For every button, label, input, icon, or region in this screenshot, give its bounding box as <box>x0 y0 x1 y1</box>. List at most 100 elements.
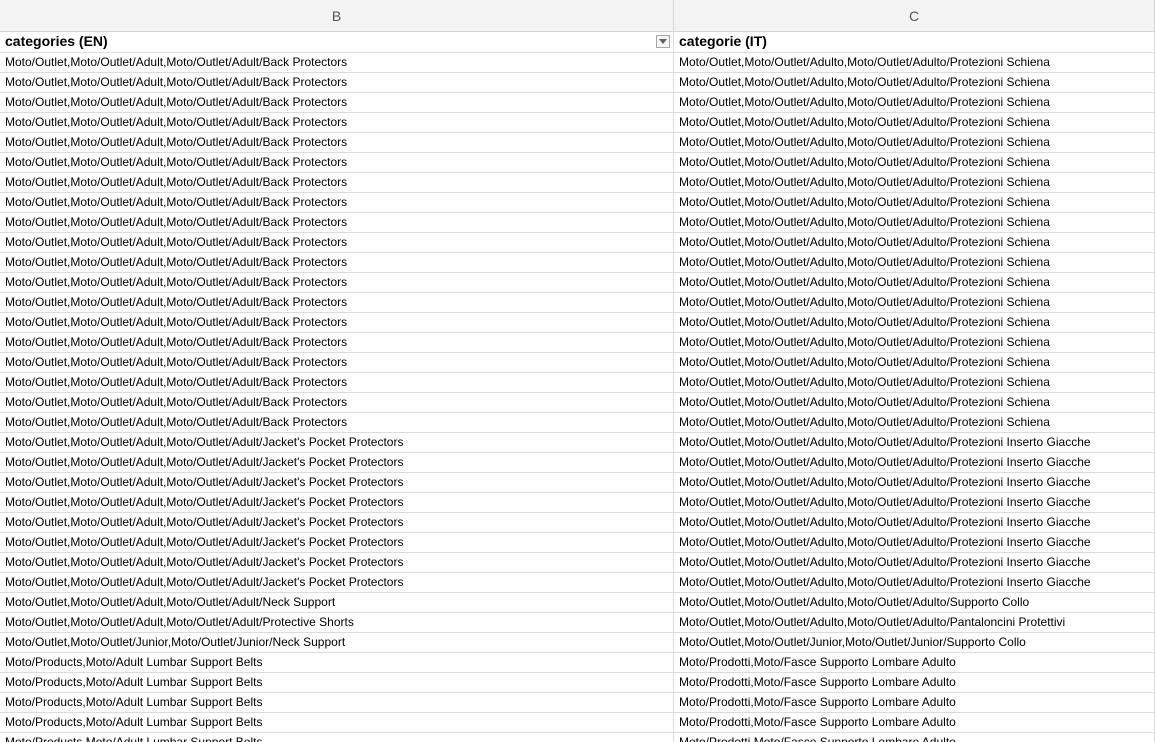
cell-categories-en[interactable]: Moto/Outlet,Moto/Outlet/Adult,Moto/Outle… <box>0 573 674 592</box>
cell-categories-en[interactable]: Moto/Outlet,Moto/Outlet/Adult,Moto/Outle… <box>0 333 674 352</box>
table-row: Moto/Outlet,Moto/Outlet/Adult,Moto/Outle… <box>0 113 1155 133</box>
table-row: Moto/Outlet,Moto/Outlet/Adult,Moto/Outle… <box>0 573 1155 593</box>
cell-categories-en[interactable]: Moto/Products,Moto/Adult Lumbar Support … <box>0 713 674 732</box>
cell-categories-en[interactable]: Moto/Outlet,Moto/Outlet/Adult,Moto/Outle… <box>0 73 674 92</box>
cell-categorie-it[interactable]: Moto/Outlet,Moto/Outlet/Adulto,Moto/Outl… <box>674 333 1155 352</box>
cell-categorie-it[interactable]: Moto/Prodotti,Moto/Fasce Supporto Lombar… <box>674 693 1155 712</box>
cell-categorie-it[interactable]: Moto/Outlet,Moto/Outlet/Adulto,Moto/Outl… <box>674 373 1155 392</box>
cell-categorie-it[interactable]: Moto/Outlet,Moto/Outlet/Adulto,Moto/Outl… <box>674 613 1155 632</box>
cell-categorie-it[interactable]: Moto/Outlet,Moto/Outlet/Adulto,Moto/Outl… <box>674 113 1155 132</box>
cell-categories-en[interactable]: Moto/Outlet,Moto/Outlet/Adult,Moto/Outle… <box>0 213 674 232</box>
cell-categories-en[interactable]: Moto/Outlet,Moto/Outlet/Adult,Moto/Outle… <box>0 253 674 272</box>
cell-categories-en[interactable]: Moto/Outlet,Moto/Outlet/Adult,Moto/Outle… <box>0 233 674 252</box>
table-row: Moto/Outlet,Moto/Outlet/Adult,Moto/Outle… <box>0 213 1155 233</box>
column-header-b[interactable]: B <box>0 0 674 31</box>
table-row: Moto/Products,Moto/Adult Lumbar Support … <box>0 733 1155 742</box>
cell-categories-en[interactable]: Moto/Outlet,Moto/Outlet/Adult,Moto/Outle… <box>0 293 674 312</box>
cell-categorie-it[interactable]: Moto/Outlet,Moto/Outlet/Adulto,Moto/Outl… <box>674 293 1155 312</box>
cell-categorie-it[interactable]: Moto/Outlet,Moto/Outlet/Adulto,Moto/Outl… <box>674 513 1155 532</box>
table-row: Moto/Outlet,Moto/Outlet/Adult,Moto/Outle… <box>0 413 1155 433</box>
cell-categories-en[interactable]: Moto/Outlet,Moto/Outlet/Adult,Moto/Outle… <box>0 93 674 112</box>
header-cell-categorie-it[interactable]: categorie (IT) <box>674 32 1155 52</box>
cell-categorie-it[interactable]: Moto/Outlet,Moto/Outlet/Adulto,Moto/Outl… <box>674 153 1155 172</box>
cell-categorie-it[interactable]: Moto/Outlet,Moto/Outlet/Adulto,Moto/Outl… <box>674 73 1155 92</box>
cell-categorie-it[interactable]: Moto/Outlet,Moto/Outlet/Adulto,Moto/Outl… <box>674 533 1155 552</box>
cell-categorie-it[interactable]: Moto/Prodotti,Moto/Fasce Supporto Lombar… <box>674 733 1155 742</box>
cell-categories-en[interactable]: Moto/Outlet,Moto/Outlet/Adult,Moto/Outle… <box>0 273 674 292</box>
cell-categories-en[interactable]: Moto/Outlet,Moto/Outlet/Adult,Moto/Outle… <box>0 533 674 552</box>
table-row: Moto/Outlet,Moto/Outlet/Adult,Moto/Outle… <box>0 153 1155 173</box>
cell-categorie-it[interactable]: Moto/Outlet,Moto/Outlet/Adulto,Moto/Outl… <box>674 413 1155 432</box>
cell-categorie-it[interactable]: Moto/Outlet,Moto/Outlet/Adulto,Moto/Outl… <box>674 193 1155 212</box>
cell-categories-en[interactable]: Moto/Outlet,Moto/Outlet/Adult,Moto/Outle… <box>0 113 674 132</box>
table-row: Moto/Outlet,Moto/Outlet/Adult,Moto/Outle… <box>0 253 1155 273</box>
cell-categorie-it[interactable]: Moto/Outlet,Moto/Outlet/Adulto,Moto/Outl… <box>674 593 1155 612</box>
cell-categorie-it[interactable]: Moto/Outlet,Moto/Outlet/Adulto,Moto/Outl… <box>674 93 1155 112</box>
cell-categorie-it[interactable]: Moto/Outlet,Moto/Outlet/Adulto,Moto/Outl… <box>674 473 1155 492</box>
cell-categorie-it[interactable]: Moto/Prodotti,Moto/Fasce Supporto Lombar… <box>674 653 1155 672</box>
table-row: Moto/Outlet,Moto/Outlet/Adult,Moto/Outle… <box>0 493 1155 513</box>
cell-categories-en[interactable]: Moto/Outlet,Moto/Outlet/Adult,Moto/Outle… <box>0 153 674 172</box>
cell-categories-en[interactable]: Moto/Outlet,Moto/Outlet/Adult,Moto/Outle… <box>0 353 674 372</box>
table-row: Moto/Products,Moto/Adult Lumbar Support … <box>0 693 1155 713</box>
cell-categories-en[interactable]: Moto/Outlet,Moto/Outlet/Adult,Moto/Outle… <box>0 313 674 332</box>
table-row: Moto/Outlet,Moto/Outlet/Adult,Moto/Outle… <box>0 313 1155 333</box>
header-cell-categories-en[interactable]: categories (EN) <box>0 32 674 52</box>
table-row: Moto/Outlet,Moto/Outlet/Adult,Moto/Outle… <box>0 473 1155 493</box>
table-row: Moto/Outlet,Moto/Outlet/Adult,Moto/Outle… <box>0 373 1155 393</box>
cell-categories-en[interactable]: Moto/Outlet,Moto/Outlet/Adult,Moto/Outle… <box>0 53 674 72</box>
cell-categories-en[interactable]: Moto/Outlet,Moto/Outlet/Adult,Moto/Outle… <box>0 553 674 572</box>
cell-categorie-it[interactable]: Moto/Outlet,Moto/Outlet/Adulto,Moto/Outl… <box>674 233 1155 252</box>
cell-categories-en[interactable]: Moto/Outlet,Moto/Outlet/Adult,Moto/Outle… <box>0 433 674 452</box>
cell-grid: categories (EN) categorie (IT) Moto/Outl… <box>0 32 1155 742</box>
cell-categories-en[interactable]: Moto/Outlet,Moto/Outlet/Adult,Moto/Outle… <box>0 593 674 612</box>
cell-categories-en[interactable]: Moto/Outlet,Moto/Outlet/Adult,Moto/Outle… <box>0 413 674 432</box>
cell-categories-en[interactable]: Moto/Outlet,Moto/Outlet/Adult,Moto/Outle… <box>0 473 674 492</box>
cell-categories-en[interactable]: Moto/Products,Moto/Adult Lumbar Support … <box>0 733 674 742</box>
column-header-c[interactable]: C <box>674 0 1155 31</box>
cell-categories-en[interactable]: Moto/Outlet,Moto/Outlet/Adult,Moto/Outle… <box>0 453 674 472</box>
cell-categorie-it[interactable]: Moto/Outlet,Moto/Outlet/Adulto,Moto/Outl… <box>674 393 1155 412</box>
table-row: Moto/Outlet,Moto/Outlet/Adult,Moto/Outle… <box>0 533 1155 553</box>
cell-categories-en[interactable]: Moto/Outlet,Moto/Outlet/Junior,Moto/Outl… <box>0 633 674 652</box>
filter-dropdown-icon[interactable] <box>656 35 670 48</box>
cell-categorie-it[interactable]: Moto/Outlet,Moto/Outlet/Adulto,Moto/Outl… <box>674 213 1155 232</box>
cell-categories-en[interactable]: Moto/Products,Moto/Adult Lumbar Support … <box>0 653 674 672</box>
cell-categorie-it[interactable]: Moto/Prodotti,Moto/Fasce Supporto Lombar… <box>674 673 1155 692</box>
cell-categorie-it[interactable]: Moto/Outlet,Moto/Outlet/Adulto,Moto/Outl… <box>674 433 1155 452</box>
cell-categories-en[interactable]: Moto/Outlet,Moto/Outlet/Adult,Moto/Outle… <box>0 133 674 152</box>
table-row: Moto/Outlet,Moto/Outlet/Adult,Moto/Outle… <box>0 233 1155 253</box>
table-row: Moto/Outlet,Moto/Outlet/Adult,Moto/Outle… <box>0 453 1155 473</box>
table-row: Moto/Outlet,Moto/Outlet/Adult,Moto/Outle… <box>0 333 1155 353</box>
table-row: Moto/Outlet,Moto/Outlet/Adult,Moto/Outle… <box>0 53 1155 73</box>
header-row: categories (EN) categorie (IT) <box>0 32 1155 53</box>
cell-categories-en[interactable]: Moto/Outlet,Moto/Outlet/Adult,Moto/Outle… <box>0 173 674 192</box>
cell-categorie-it[interactable]: Moto/Outlet,Moto/Outlet/Adulto,Moto/Outl… <box>674 453 1155 472</box>
cell-categorie-it[interactable]: Moto/Outlet,Moto/Outlet/Adulto,Moto/Outl… <box>674 313 1155 332</box>
cell-categories-en[interactable]: Moto/Outlet,Moto/Outlet/Adult,Moto/Outle… <box>0 393 674 412</box>
cell-categories-en[interactable]: Moto/Outlet,Moto/Outlet/Adult,Moto/Outle… <box>0 193 674 212</box>
table-row: Moto/Outlet,Moto/Outlet/Adult,Moto/Outle… <box>0 73 1155 93</box>
cell-categorie-it[interactable]: Moto/Outlet,Moto/Outlet/Adulto,Moto/Outl… <box>674 53 1155 72</box>
cell-categorie-it[interactable]: Moto/Outlet,Moto/Outlet/Adulto,Moto/Outl… <box>674 133 1155 152</box>
cell-categorie-it[interactable]: Moto/Outlet,Moto/Outlet/Adulto,Moto/Outl… <box>674 253 1155 272</box>
table-row: Moto/Outlet,Moto/Outlet/Adult,Moto/Outle… <box>0 433 1155 453</box>
column-headers: B C <box>0 0 1155 32</box>
cell-categories-en[interactable]: Moto/Products,Moto/Adult Lumbar Support … <box>0 673 674 692</box>
cell-categories-en[interactable]: Moto/Outlet,Moto/Outlet/Adult,Moto/Outle… <box>0 373 674 392</box>
cell-categories-en[interactable]: Moto/Products,Moto/Adult Lumbar Support … <box>0 693 674 712</box>
cell-categories-en[interactable]: Moto/Outlet,Moto/Outlet/Adult,Moto/Outle… <box>0 613 674 632</box>
cell-categorie-it[interactable]: Moto/Outlet,Moto/Outlet/Adulto,Moto/Outl… <box>674 353 1155 372</box>
cell-categorie-it[interactable]: Moto/Outlet,Moto/Outlet/Junior,Moto/Outl… <box>674 633 1155 652</box>
table-row: Moto/Outlet,Moto/Outlet/Adult,Moto/Outle… <box>0 553 1155 573</box>
table-row: Moto/Outlet,Moto/Outlet/Adult,Moto/Outle… <box>0 133 1155 153</box>
cell-categorie-it[interactable]: Moto/Outlet,Moto/Outlet/Adulto,Moto/Outl… <box>674 273 1155 292</box>
cell-categories-en[interactable]: Moto/Outlet,Moto/Outlet/Adult,Moto/Outle… <box>0 493 674 512</box>
cell-categorie-it[interactable]: Moto/Outlet,Moto/Outlet/Adulto,Moto/Outl… <box>674 173 1155 192</box>
cell-categorie-it[interactable]: Moto/Outlet,Moto/Outlet/Adulto,Moto/Outl… <box>674 573 1155 592</box>
cell-categories-en[interactable]: Moto/Outlet,Moto/Outlet/Adult,Moto/Outle… <box>0 513 674 532</box>
cell-categorie-it[interactable]: Moto/Outlet,Moto/Outlet/Adulto,Moto/Outl… <box>674 493 1155 512</box>
cell-categorie-it[interactable]: Moto/Prodotti,Moto/Fasce Supporto Lombar… <box>674 713 1155 732</box>
cell-categorie-it[interactable]: Moto/Outlet,Moto/Outlet/Adulto,Moto/Outl… <box>674 553 1155 572</box>
table-row: Moto/Outlet,Moto/Outlet/Adult,Moto/Outle… <box>0 293 1155 313</box>
